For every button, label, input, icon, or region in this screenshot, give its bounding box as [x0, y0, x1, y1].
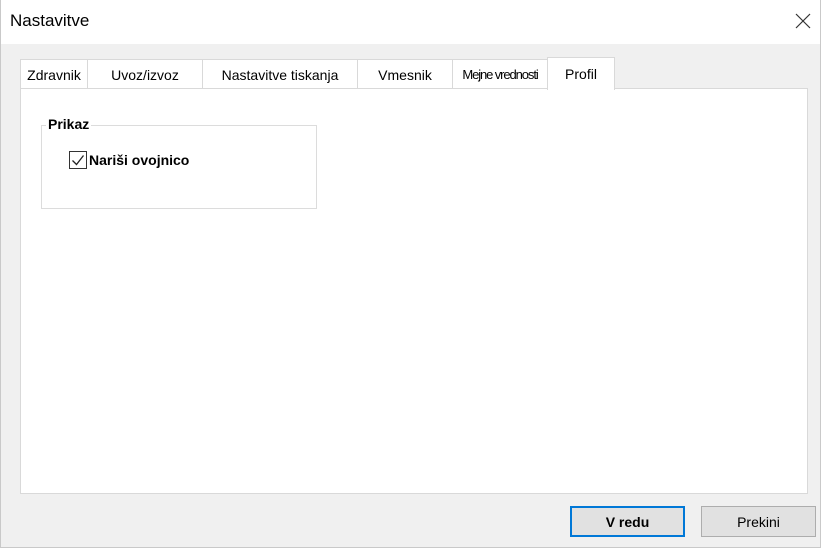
settings-dialog: Nastavitve Zdravnik Uvoz/izvoz Nastavitv… [0, 0, 821, 548]
display-group-title: Prikaz [46, 116, 92, 132]
window-title: Nastavitve [10, 11, 90, 30]
draw-envelope-checkbox[interactable]: Nariši ovojnico [69, 151, 189, 169]
display-group: Prikaz Nariši ovojnico [41, 116, 317, 209]
ok-button[interactable]: V redu [570, 506, 685, 537]
tab-mejne-vrednosti[interactable]: Mejne vrednosti [452, 59, 548, 89]
title-bar: Nastavitve [1, 0, 820, 44]
close-icon [795, 13, 811, 29]
tab-panel-profil: Prikaz Nariši ovojnico [20, 88, 808, 494]
checkmark-icon [72, 155, 85, 166]
tab-vmesnik[interactable]: Vmesnik [357, 59, 453, 89]
tab-profil[interactable]: Profil [547, 57, 615, 90]
close-button[interactable] [791, 9, 815, 33]
tab-nastavitve-tiskanja[interactable]: Nastavitve tiskanja [202, 59, 358, 89]
tab-zdravnik[interactable]: Zdravnik [20, 59, 88, 89]
cancel-button[interactable]: Prekini [701, 506, 816, 537]
draw-envelope-label: Nariši ovojnico [89, 152, 190, 168]
tab-uvoz-izvoz[interactable]: Uvoz/izvoz [87, 59, 203, 89]
checkbox-box[interactable] [69, 151, 87, 169]
